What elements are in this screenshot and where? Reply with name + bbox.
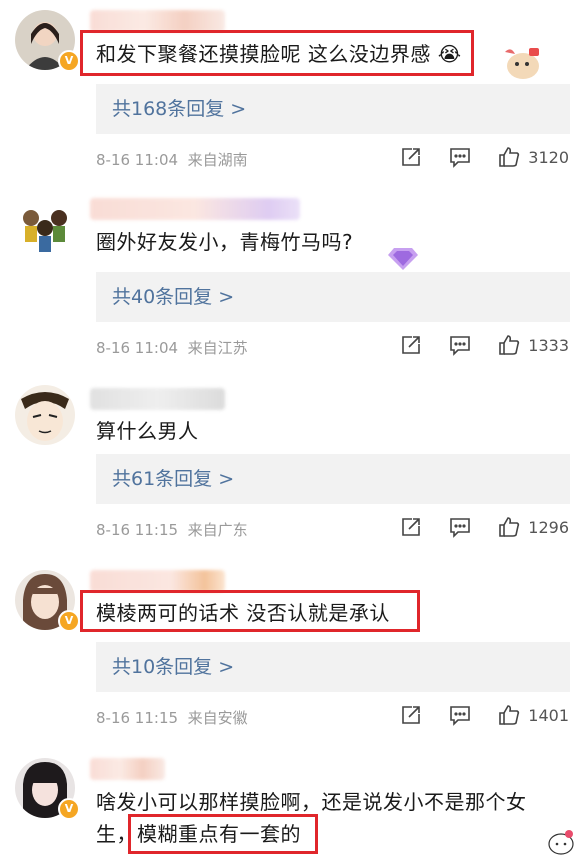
like-icon[interactable] <box>498 334 520 356</box>
location: 来自湖南 <box>187 151 248 169</box>
comment-5: V 啥发小可以那样摸脸啊，还是说发小不是那个女 生，模糊重点有一套的 <box>0 750 579 858</box>
replies-box[interactable]: 共10条回复 > <box>96 642 570 692</box>
replies-link[interactable]: 共10条回复 > <box>112 642 234 692</box>
diamond-badge-icon <box>388 248 418 270</box>
comment-4: V 模棱两可的话术 没否认就是承认 共10条回复 > 8-16 11:15 来自… <box>0 560 579 750</box>
timestamp: 8-16 11:15 <box>96 709 179 727</box>
avatar[interactable] <box>15 198 75 258</box>
verified-badge-icon: V <box>58 50 80 72</box>
action-bar: 1401 <box>373 704 569 726</box>
comment-3: 算什么男人 共61条回复 > 8-16 11:15 来自广东 1296 <box>0 370 579 560</box>
like-count: 1296 <box>528 517 569 537</box>
share-icon[interactable] <box>400 146 422 168</box>
timestamp: 8-16 11:04 <box>96 339 179 357</box>
dog-sticker <box>505 48 539 79</box>
action-bar: 3120 <box>373 146 569 168</box>
comment-1: V 和发下聚餐还摸摸脸呢 这么没边界感 😭 共168条回复 > 8-16 11:… <box>0 0 579 190</box>
comment-text: 算什么男人 <box>96 419 199 443</box>
username-blurred[interactable] <box>90 570 225 592</box>
like-count: 1401 <box>528 705 569 725</box>
share-icon[interactable] <box>400 334 422 356</box>
action-bar: 1333 <box>373 334 569 356</box>
like-count: 1333 <box>528 335 569 355</box>
hello-kitty-sticker <box>548 830 574 855</box>
comment-icon[interactable] <box>449 334 471 356</box>
comment-2: 圈外好友发小，青梅竹马吗? 共40条回复 > 8-16 11:04 来自江苏 1… <box>0 190 579 370</box>
comment-icon[interactable] <box>449 516 471 538</box>
like-icon[interactable] <box>498 704 520 726</box>
highlight-box <box>80 30 474 76</box>
verified-badge-icon: V <box>58 798 80 820</box>
comment-text: 圈外好友发小，青梅竹马吗? <box>96 230 354 254</box>
highlight-box <box>80 590 420 632</box>
like-icon[interactable] <box>498 146 520 168</box>
replies-link[interactable]: 共40条回复 > <box>112 272 234 322</box>
timestamp: 8-16 11:04 <box>96 151 179 169</box>
location: 来自广东 <box>187 521 248 539</box>
verified-badge-icon: V <box>58 610 80 632</box>
comment-icon[interactable] <box>449 146 471 168</box>
username-blurred[interactable] <box>90 758 165 780</box>
comment-meta: 8-16 11:15 来自安徽 <box>96 707 248 728</box>
like-icon[interactable] <box>498 516 520 538</box>
replies-link[interactable]: 共168条回复 > <box>112 84 246 134</box>
username-blurred[interactable] <box>90 388 225 410</box>
replies-box[interactable]: 共40条回复 > <box>96 272 570 322</box>
replies-link[interactable]: 共61条回复 > <box>112 454 234 504</box>
replies-box[interactable]: 共61条回复 > <box>96 454 570 504</box>
location: 来自江苏 <box>187 339 248 357</box>
comment-icon[interactable] <box>449 704 471 726</box>
comment-meta: 8-16 11:04 来自湖南 <box>96 149 248 170</box>
comment-meta: 8-16 11:04 来自江苏 <box>96 337 248 358</box>
avatar[interactable] <box>15 385 75 445</box>
replies-box[interactable]: 共168条回复 > <box>96 84 570 134</box>
comment-meta: 8-16 11:15 来自广东 <box>96 519 248 540</box>
share-icon[interactable] <box>400 704 422 726</box>
username-blurred[interactable] <box>90 198 300 220</box>
timestamp: 8-16 11:15 <box>96 521 179 539</box>
location: 来自安徽 <box>187 709 248 727</box>
username-blurred[interactable] <box>90 10 225 32</box>
like-count: 3120 <box>528 147 569 167</box>
share-icon[interactable] <box>400 516 422 538</box>
highlight-box <box>128 814 318 854</box>
action-bar: 1296 <box>373 516 569 538</box>
